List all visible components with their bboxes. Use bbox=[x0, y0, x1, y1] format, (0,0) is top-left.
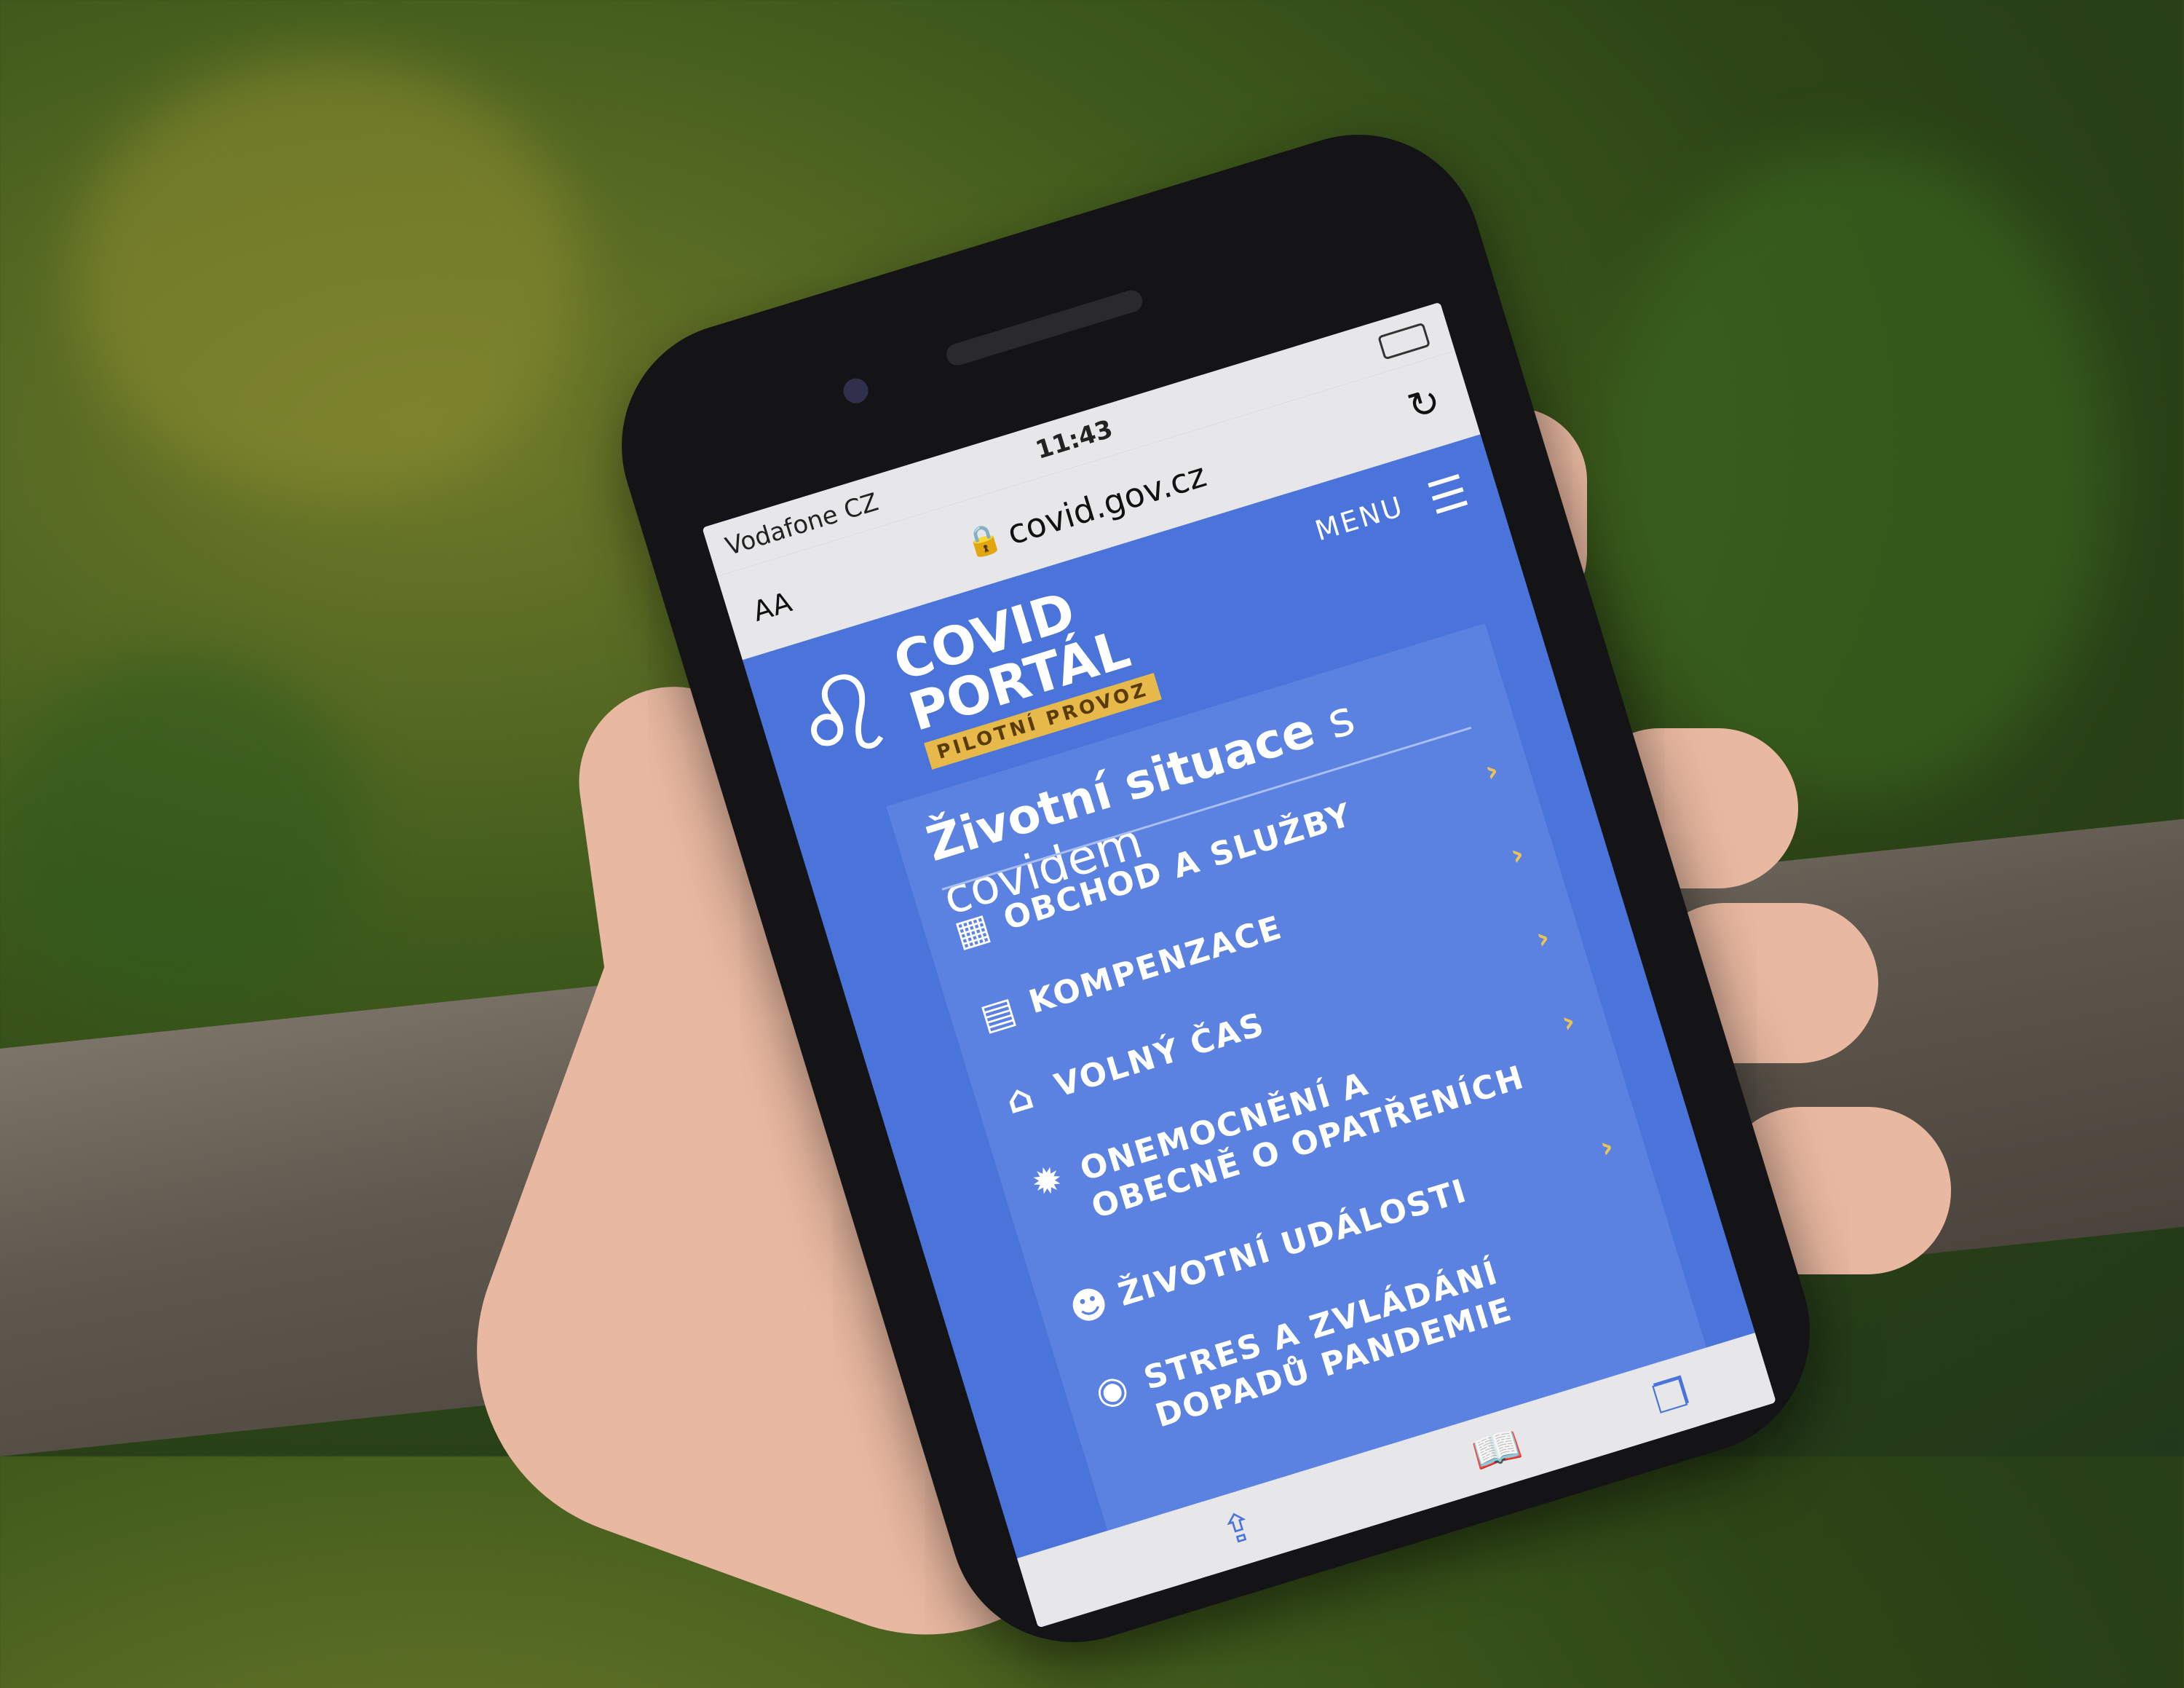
menu-button[interactable]: MENU bbox=[1311, 490, 1407, 548]
battery-icon bbox=[1377, 322, 1431, 360]
earpiece-speaker bbox=[943, 287, 1145, 368]
share-icon[interactable]: ⇪ bbox=[1216, 1502, 1261, 1555]
text-size-button[interactable]: AA bbox=[749, 585, 796, 628]
hamburger-icon[interactable]: ☰ bbox=[1422, 465, 1474, 526]
tabs-icon[interactable]: ❐ bbox=[1647, 1369, 1695, 1423]
bookmarks-icon[interactable]: 📖 bbox=[1466, 1420, 1527, 1479]
background-bokeh bbox=[0, 655, 364, 1019]
background-bokeh bbox=[1602, 146, 2111, 801]
situation-item-onemocneni[interactable]: ✹ ONEMOCNĚNÍ A OBECNĚ O OPATŘENÍCH › bbox=[1026, 1001, 1593, 1242]
chevron-right-icon: › bbox=[1532, 920, 1555, 956]
lock-icon: 🔒 bbox=[961, 519, 1006, 562]
chevron-right-icon: › bbox=[1596, 1129, 1619, 1165]
front-camera bbox=[840, 375, 871, 406]
lion-emblem-icon: ♌ bbox=[776, 644, 908, 794]
reload-icon[interactable]: ↻ bbox=[1403, 379, 1446, 430]
chevron-right-icon: › bbox=[1557, 1003, 1581, 1040]
background-bokeh bbox=[73, 58, 582, 495]
chevron-right-icon: › bbox=[1506, 836, 1530, 873]
